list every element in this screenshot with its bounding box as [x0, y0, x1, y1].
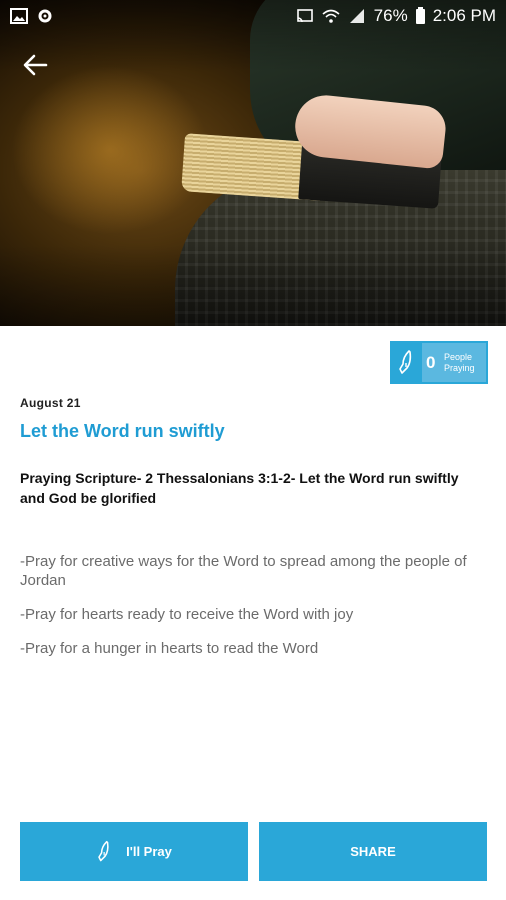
- praying-label: People Praying: [444, 352, 475, 374]
- prayer-point: -Pray for a hunger in hearts to read the…: [20, 640, 319, 657]
- back-button[interactable]: [18, 48, 52, 82]
- prayer-title: Let the Word run swiftly: [20, 421, 225, 441]
- prayer-point: -Pray for hearts ready to receive the Wo…: [20, 606, 354, 623]
- hero-image: [0, 0, 506, 326]
- praying-hands-icon: [399, 349, 412, 374]
- clock: 2:06 PM: [432, 6, 496, 25]
- praying-count: 0: [426, 352, 436, 372]
- ill-pray-label: I'll Pray: [126, 844, 172, 859]
- praying-label-line2: Praying: [444, 362, 475, 373]
- people-praying-badge: 0 People Praying: [390, 341, 488, 384]
- battery-percent: 76%: [373, 6, 408, 25]
- image-notification-icon: [10, 8, 28, 24]
- battery-icon: [415, 6, 425, 24]
- prayer-date: August 21: [20, 396, 81, 410]
- cast-icon: [296, 9, 313, 23]
- ill-pray-button[interactable]: I'll Pray: [20, 822, 248, 881]
- settings-notification-icon: [38, 9, 52, 23]
- prayer-points: -Pray for creative ways for the Word to …: [20, 552, 480, 673]
- praying-label-line1: People: [444, 351, 473, 362]
- praying-hands-icon: [98, 840, 109, 861]
- scripture-text: Praying Scripture- 2 Thessalonians 3:1-2…: [20, 470, 459, 506]
- wifi-icon: [322, 9, 340, 23]
- share-button[interactable]: SHARE: [259, 822, 487, 881]
- status-bar: 76% 2:06 PM: [0, 0, 506, 32]
- prayer-point: -Pray for creative ways for the Word to …: [20, 553, 467, 589]
- share-label: SHARE: [350, 844, 396, 859]
- arrow-left-icon: [23, 54, 48, 76]
- hero-shade: [0, 0, 506, 326]
- signal-icon: [349, 9, 364, 23]
